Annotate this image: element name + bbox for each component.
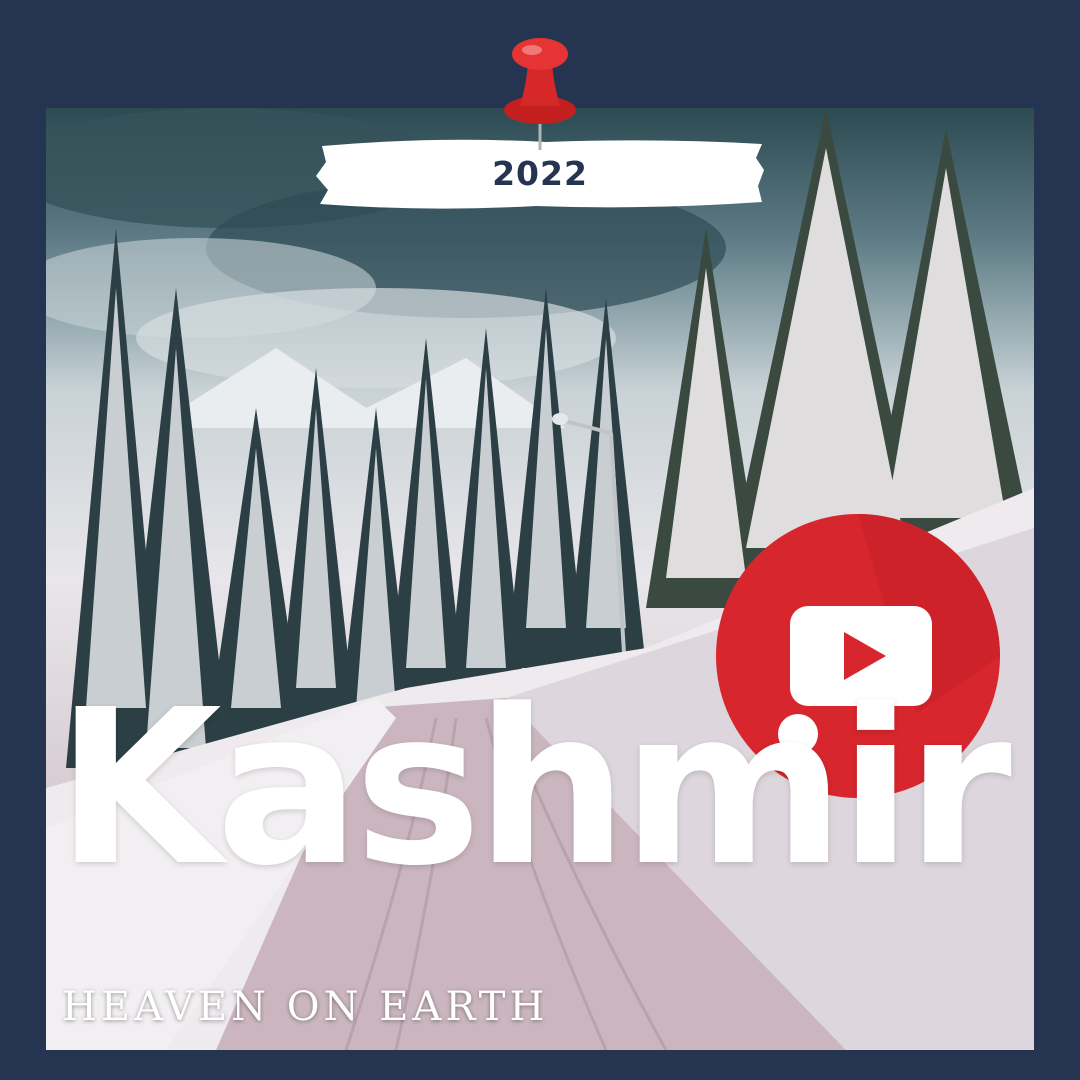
push-pin-icon [504,38,576,150]
tagline: HEAVEN ON EARTH [62,984,549,1030]
destination-title: Kashmir [56,664,1012,913]
